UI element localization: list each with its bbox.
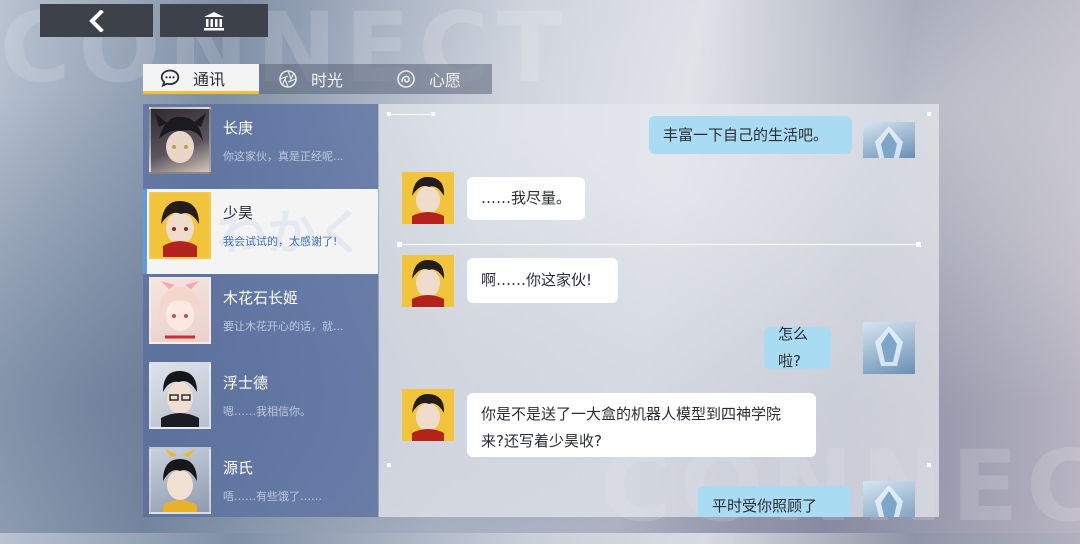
message-text: 丰富一下自己的生活吧。 xyxy=(663,125,829,144)
frame-corner xyxy=(387,463,391,467)
contact-item[interactable]: 浮士德 嗯……我相信你。 xyxy=(143,359,378,444)
contact-name: 浮士德 xyxy=(223,374,269,392)
bank-icon xyxy=(204,11,224,30)
contact-item-selected[interactable]: わかく 少昊 我会试试的，太感谢了! xyxy=(143,189,378,274)
tab-wishes[interactable]: 心愿 xyxy=(375,64,492,94)
shaohao-avatar xyxy=(402,389,454,441)
frame-corner xyxy=(927,112,931,116)
tab-bar: 通讯 时光 心愿 xyxy=(143,64,492,94)
contact-name: 长庚 xyxy=(223,119,254,137)
message-text: 啊……你这家伙! xyxy=(481,271,593,289)
chat-bubble-icon xyxy=(159,67,181,89)
avatar xyxy=(149,447,211,514)
frame-corner xyxy=(927,463,931,467)
frame-corner xyxy=(387,112,391,116)
frame-corner xyxy=(431,112,435,116)
shaohao-avatar xyxy=(402,172,454,224)
player-avatar xyxy=(863,122,915,158)
contact-name: 木花石长姬 xyxy=(223,289,299,307)
message-bubble-left: 啊……你这家伙! xyxy=(467,258,618,303)
contact-item[interactable]: 源氏 唔……有些饿了…… xyxy=(143,444,378,517)
message-bubble-right: 丰富一下自己的生活吧。 xyxy=(649,116,852,154)
player-avatar xyxy=(863,481,915,517)
message-bubble-right: 平时受你照顾了 xyxy=(698,486,851,517)
message-text: ……我尽量。 xyxy=(481,189,572,207)
contact-preview: 要让木花开心的话，就... xyxy=(223,320,344,333)
message-text-line: 来?还写着少昊收? xyxy=(481,432,602,450)
contact-preview: 你这家伙，真是正经呢... xyxy=(223,150,344,163)
chevron-left-icon xyxy=(88,9,104,32)
home-button[interactable] xyxy=(160,4,268,37)
message-text-line: 你是不是送了一大盒的机器人模型到四神学院 xyxy=(481,405,782,423)
chat-panel[interactable]: 丰富一下自己的生活吧。 ……我尽量。 啊……你这家伙! 怎么啦? 你是不是送了一… xyxy=(379,104,939,517)
tab-moments[interactable]: 时光 xyxy=(259,64,375,94)
shaohao-avatar xyxy=(402,255,454,307)
contact-preview: 嗯……我相信你。 xyxy=(223,405,311,418)
shutter-icon xyxy=(277,68,299,90)
tab-messages[interactable]: 通讯 xyxy=(143,64,259,94)
frame-line xyxy=(387,114,435,115)
contact-name: 源氏 xyxy=(223,459,254,477)
avatar xyxy=(149,107,211,174)
wish-swirl-icon xyxy=(395,68,417,90)
back-button[interactable] xyxy=(40,4,153,37)
tab-moments-label: 时光 xyxy=(311,71,344,90)
avatar xyxy=(149,362,211,429)
contact-item[interactable]: 木花石长姬 要让木花开心的话，就... xyxy=(143,274,378,359)
message-text: 平时受你照顾了 xyxy=(712,496,818,515)
tab-messages-label: 通讯 xyxy=(193,69,226,89)
contact-list: 长庚 你这家伙，真是正经呢... わかく 少昊 我会试试的，太感谢了! 木花石长… xyxy=(143,104,378,517)
avatar xyxy=(149,277,211,344)
contact-name: 少昊 xyxy=(223,204,254,222)
contact-item[interactable]: 长庚 你这家伙，真是正经呢... xyxy=(143,104,378,189)
contact-preview: 我会试试的，太感谢了! xyxy=(223,235,338,248)
contact-preview: 唔……有些饿了…… xyxy=(223,490,322,503)
avatar xyxy=(149,192,211,259)
message-bubble-left: 你是不是送了一大盒的机器人模型到四神学院 来?还写着少昊收? xyxy=(467,393,816,457)
message-bubble-right: 怎么啦? xyxy=(764,325,831,370)
message-text: 怎么啦? xyxy=(778,325,809,370)
conversation-divider xyxy=(397,242,921,247)
player-avatar xyxy=(863,322,915,374)
tab-wishes-label: 心愿 xyxy=(429,71,462,90)
message-bubble-left: ……我尽量。 xyxy=(467,177,585,220)
